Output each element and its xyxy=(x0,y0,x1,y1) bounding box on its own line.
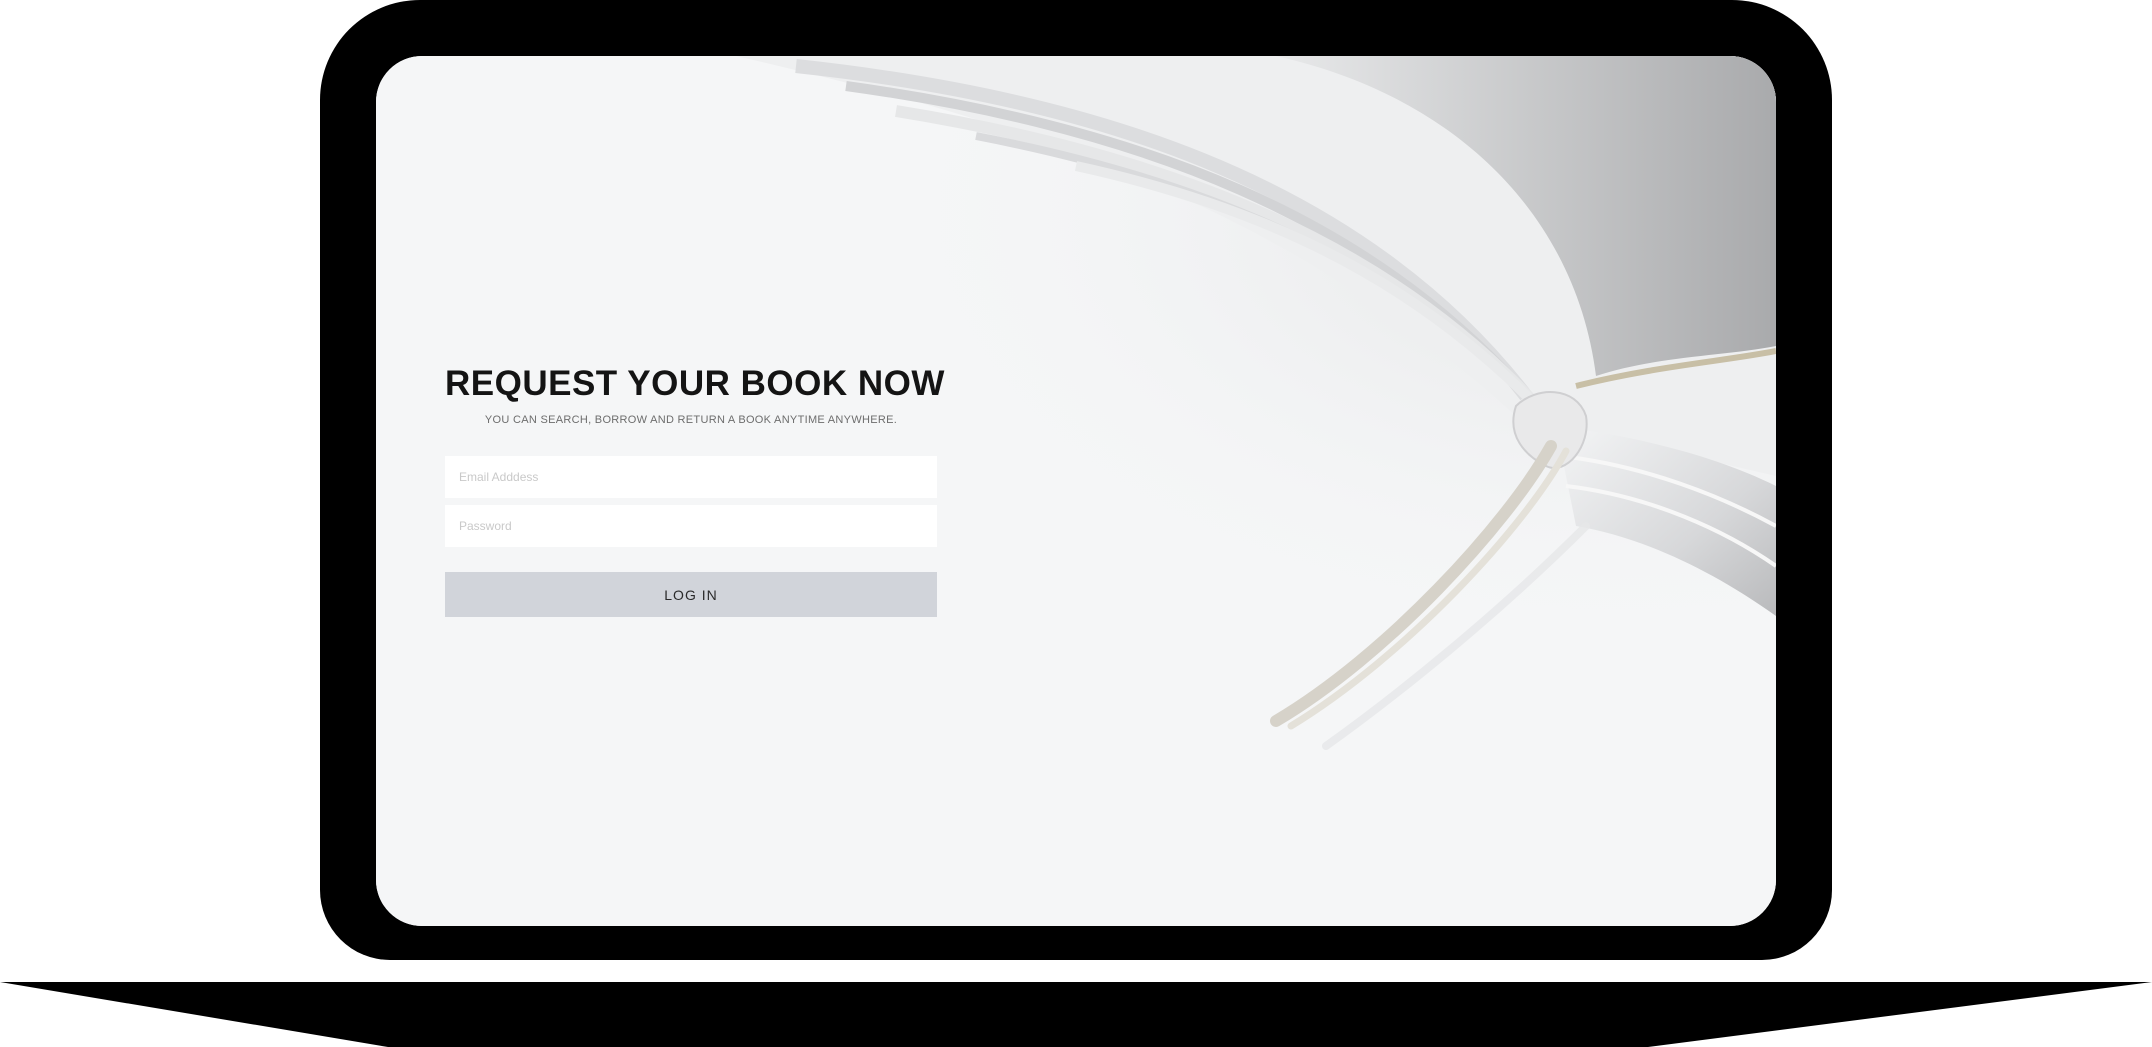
login-panel: REQUEST YOUR BOOK NOW YOU CAN SEARCH, BO… xyxy=(445,364,945,617)
page-subtitle: YOU CAN SEARCH, BORROW AND RETURN A BOOK… xyxy=(484,414,898,426)
login-button[interactable]: LOG IN xyxy=(445,572,937,617)
email-field[interactable] xyxy=(445,456,937,498)
password-field[interactable] xyxy=(445,505,937,547)
page-title: REQUEST YOUR BOOK NOW xyxy=(445,364,945,403)
bezel-gap xyxy=(320,960,1832,982)
laptop-mockup: REQUEST YOUR BOOK NOW YOU CAN SEARCH, BO… xyxy=(0,0,2152,1047)
laptop-screen: REQUEST YOUR BOOK NOW YOU CAN SEARCH, BO… xyxy=(376,56,1776,926)
laptop-base xyxy=(0,982,2152,1047)
